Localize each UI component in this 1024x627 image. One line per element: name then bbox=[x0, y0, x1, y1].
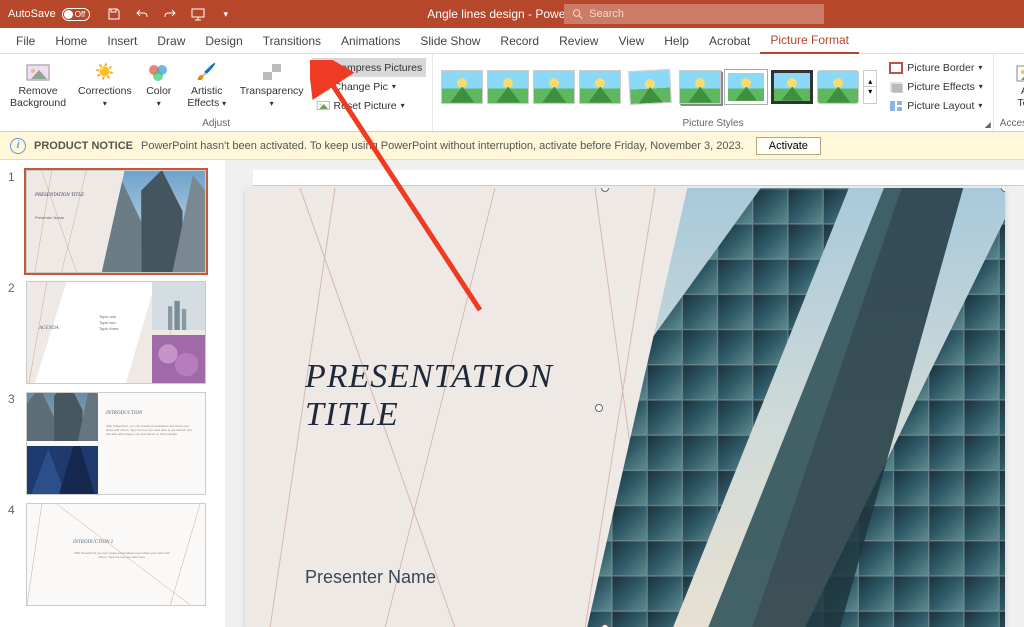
more-icon[interactable]: ▾ bbox=[218, 6, 234, 22]
reset-picture-button[interactable]: Reset Picture ▾ bbox=[312, 96, 427, 115]
remove-background-button[interactable]: Remove Background bbox=[6, 56, 70, 113]
save-icon[interactable] bbox=[106, 6, 122, 22]
slide-thumbnail-4[interactable]: INTRODUCTION 2 With PowerPoint you can c… bbox=[26, 503, 206, 606]
product-notice-bar: i PRODUCT NOTICE PowerPoint hasn't been … bbox=[0, 132, 1024, 160]
ribbon-group-adjust: Remove Background ☀️Corrections▾ Color▾ … bbox=[0, 54, 433, 131]
menu-acrobat[interactable]: Acrobat bbox=[699, 28, 760, 54]
compress-icon bbox=[316, 61, 330, 75]
border-icon bbox=[889, 62, 903, 74]
info-icon: i bbox=[10, 138, 26, 154]
menu-transitions[interactable]: Transitions bbox=[253, 28, 331, 54]
picture-style-5[interactable] bbox=[628, 68, 672, 104]
menu-draw[interactable]: Draw bbox=[147, 28, 195, 54]
picture-style-7[interactable] bbox=[725, 70, 767, 104]
color-button[interactable]: Color▾ bbox=[140, 56, 178, 113]
thumb-number: 3 bbox=[8, 392, 18, 495]
slide-thumbnails-panel[interactable]: 1 PRESENTATION TITLE Presenter Name 2 bbox=[0, 160, 225, 627]
picture-style-1[interactable] bbox=[441, 70, 483, 104]
adjust-group-label: Adjust bbox=[202, 117, 230, 131]
picture-border-button[interactable]: Picture Border ▾ bbox=[885, 58, 987, 77]
change-picture-icon bbox=[316, 80, 330, 94]
menu-view[interactable]: View bbox=[608, 28, 654, 54]
change-picture-button[interactable]: Change Pic ▾ bbox=[312, 77, 427, 96]
redo-icon[interactable] bbox=[162, 6, 178, 22]
slide-title-text[interactable]: PRESENTATION TITLE bbox=[305, 358, 553, 434]
autosave-label: AutoSave bbox=[8, 8, 56, 20]
artistic-effects-button[interactable]: 🖌️Artistic Effects ▾ bbox=[182, 56, 232, 113]
menu-slideshow[interactable]: Slide Show bbox=[410, 28, 490, 54]
thumb-number: 2 bbox=[8, 281, 18, 384]
picture-style-9[interactable] bbox=[817, 70, 859, 104]
menu-review[interactable]: Review bbox=[549, 28, 608, 54]
transparency-button[interactable]: Transparency▾ bbox=[236, 56, 308, 113]
menu-insert[interactable]: Insert bbox=[97, 28, 147, 54]
menu-bar: File Home Insert Draw Design Transitions… bbox=[0, 28, 1024, 54]
search-icon bbox=[572, 8, 583, 20]
corrections-button[interactable]: ☀️Corrections▾ bbox=[74, 56, 136, 113]
slide-editor[interactable]: PRESENTATION TITLE Presenter Name bbox=[245, 188, 1005, 627]
activate-button[interactable]: Activate bbox=[756, 137, 821, 155]
compress-pictures-button[interactable]: Compress Pictures bbox=[312, 58, 427, 77]
slide-subtitle-text[interactable]: Presenter Name bbox=[305, 567, 436, 588]
notice-title: PRODUCT NOTICE bbox=[34, 140, 133, 152]
search-box[interactable] bbox=[564, 4, 824, 24]
menu-home[interactable]: Home bbox=[45, 28, 97, 54]
picture-style-3[interactable] bbox=[533, 70, 575, 104]
picture-effects-button[interactable]: Picture Effects ▾ bbox=[885, 77, 987, 96]
picture-styles-launcher[interactable]: ◢ bbox=[985, 120, 991, 129]
horizontal-ruler bbox=[253, 170, 1024, 186]
menu-animations[interactable]: Animations bbox=[331, 28, 410, 54]
selection-handle[interactable] bbox=[595, 404, 603, 412]
menu-design[interactable]: Design bbox=[195, 28, 252, 54]
thumb-number: 4 bbox=[8, 503, 18, 606]
menu-picture-format[interactable]: Picture Format bbox=[760, 28, 859, 54]
autosave-toggle[interactable]: AutoSave Off bbox=[0, 8, 98, 21]
picture-style-2[interactable] bbox=[487, 70, 529, 104]
notice-text: PowerPoint hasn't been activated. To kee… bbox=[141, 140, 744, 152]
effects-icon bbox=[889, 81, 903, 93]
ribbon-group-accessibility: Alt Text Accessibility bbox=[994, 54, 1024, 131]
picture-style-4[interactable] bbox=[579, 70, 621, 104]
picture-style-8[interactable] bbox=[771, 70, 813, 104]
ribbon-group-picture-styles: ▴▾ Picture Border ▾ Picture Effects ▾ Pi… bbox=[433, 54, 994, 131]
autosave-switch[interactable]: Off bbox=[62, 8, 90, 21]
slide-thumbnail-2[interactable]: AGENDA Topic oneTopic twoTopic three bbox=[26, 281, 206, 384]
slide-thumbnail-1[interactable]: PRESENTATION TITLE Presenter Name bbox=[26, 170, 206, 273]
ribbon: Remove Background ☀️Corrections▾ Color▾ … bbox=[0, 54, 1024, 132]
accessibility-label: Accessibility bbox=[1000, 117, 1024, 131]
picture-styles-label: Picture Styles bbox=[682, 117, 743, 131]
alt-text-button[interactable]: Alt Text bbox=[1002, 56, 1024, 113]
thumb-number: 1 bbox=[8, 170, 18, 273]
picture-layout-button[interactable]: Picture Layout ▾ bbox=[885, 96, 987, 115]
search-input[interactable] bbox=[589, 8, 816, 20]
workspace: 1 PRESENTATION TITLE Presenter Name 2 bbox=[0, 160, 1024, 627]
titlebar: AutoSave Off ▾ Angle lines design - Powe… bbox=[0, 0, 1024, 28]
menu-file[interactable]: File bbox=[6, 28, 45, 54]
layout-icon bbox=[889, 100, 903, 112]
slide-canvas-area[interactable]: PRESENTATION TITLE Presenter Name bbox=[225, 160, 1024, 627]
picture-styles-more-button[interactable]: ▴▾ bbox=[863, 70, 877, 104]
reset-icon bbox=[316, 99, 330, 113]
menu-record[interactable]: Record bbox=[490, 28, 549, 54]
undo-icon[interactable] bbox=[134, 6, 150, 22]
picture-style-6[interactable] bbox=[679, 70, 721, 104]
slideshow-icon[interactable] bbox=[190, 6, 206, 22]
slide-thumbnail-3[interactable]: INTRODUCTION With PowerPoint, you can cr… bbox=[26, 392, 206, 495]
menu-help[interactable]: Help bbox=[654, 28, 699, 54]
